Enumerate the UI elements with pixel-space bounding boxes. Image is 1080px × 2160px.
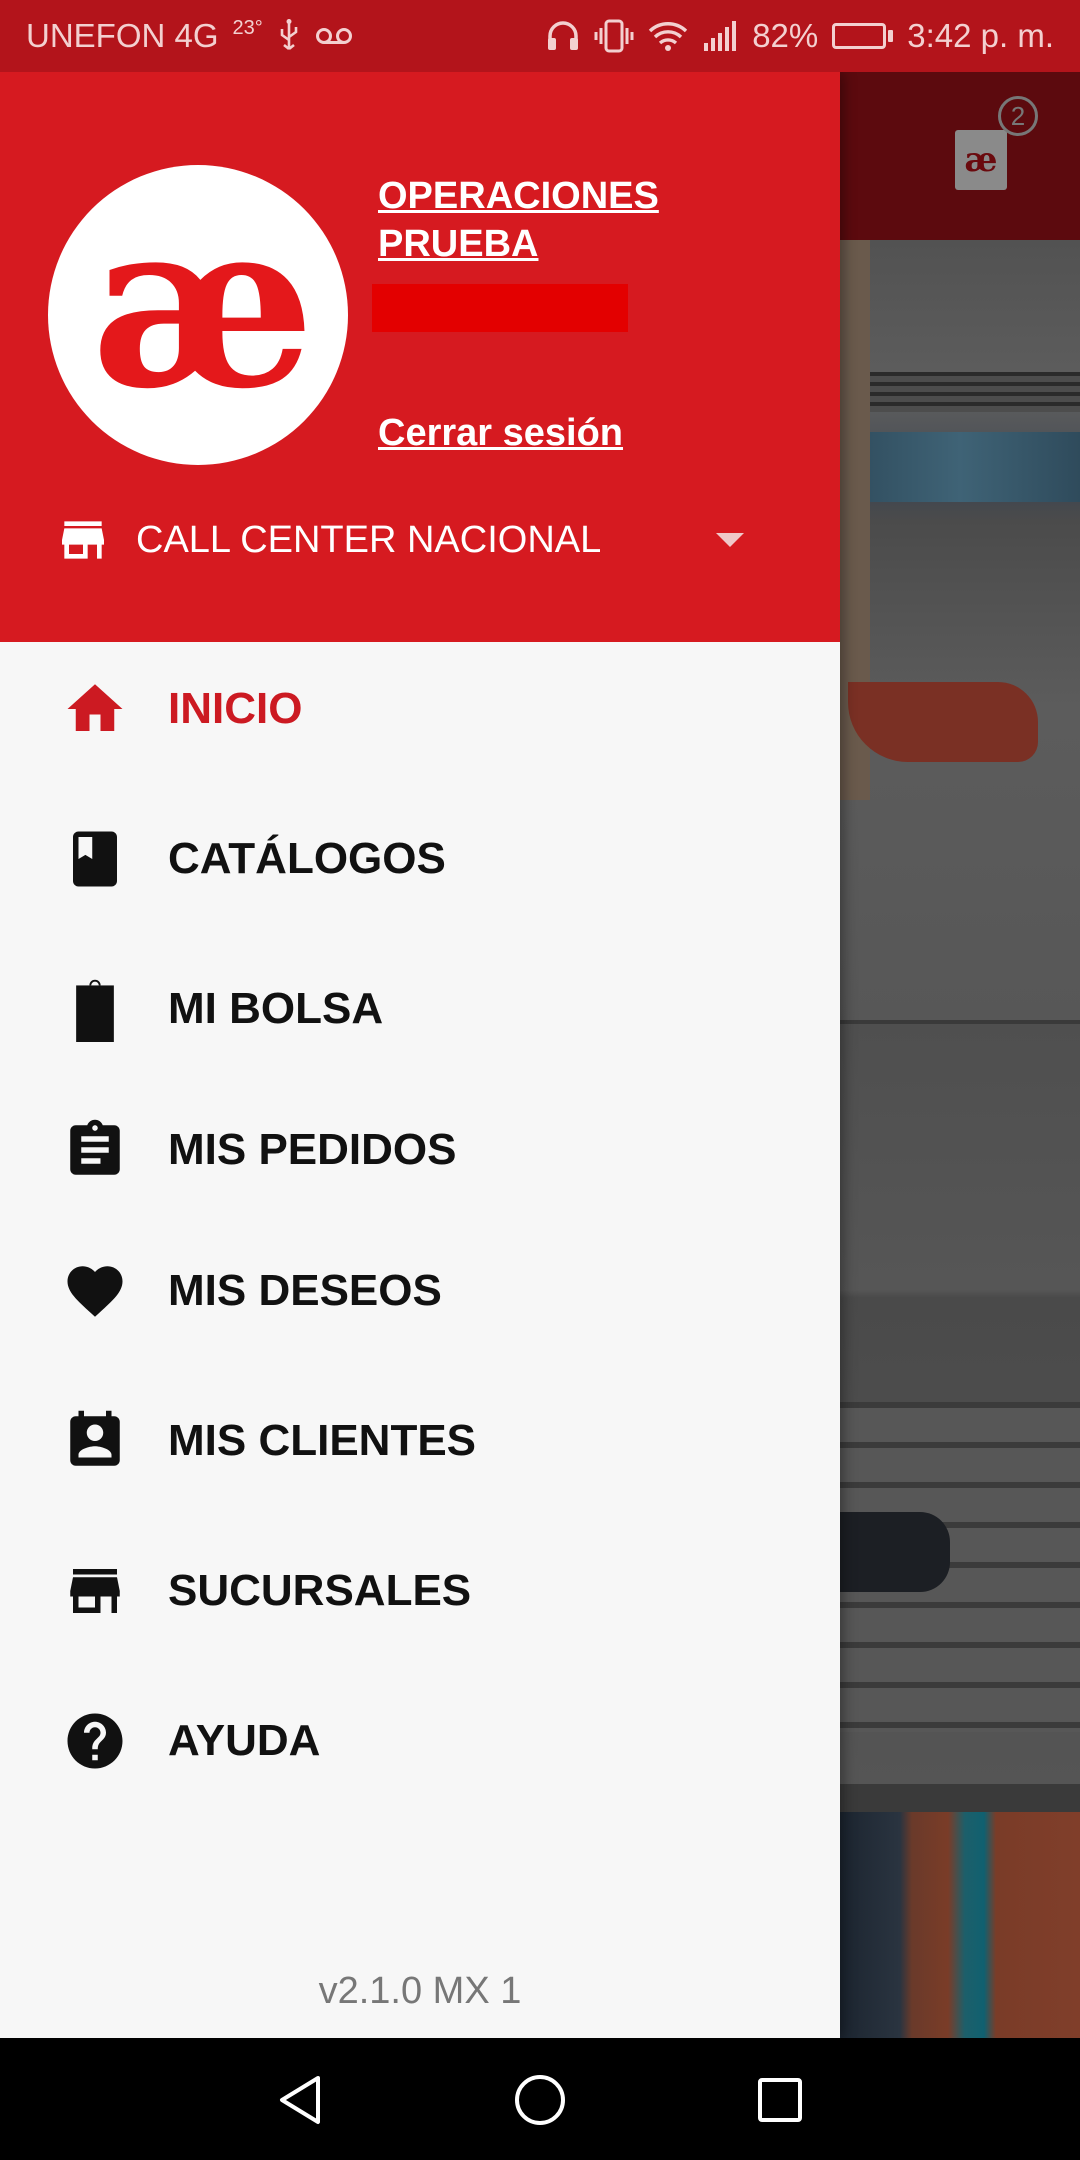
contact-calendar-icon — [62, 1408, 128, 1474]
menu-label: SUCURSALES — [168, 1566, 472, 1615]
user-name-link[interactable]: OPERACIONES PRUEBA — [378, 172, 798, 268]
heart-icon — [62, 1258, 128, 1324]
shopping-bag-icon — [62, 976, 128, 1042]
status-right: 82% 3:42 p. m. — [546, 17, 1054, 55]
status-left: UNEFON 4G 23° — [26, 17, 353, 55]
system-nav-bar — [0, 2038, 1080, 2160]
menu-label: MIS CLIENTES — [168, 1416, 477, 1465]
clipboard-icon — [62, 1117, 128, 1183]
logout-link[interactable]: Cerrar sesión — [378, 412, 623, 455]
chevron-down-icon — [716, 533, 744, 547]
headphones-icon — [546, 20, 580, 52]
redacted-field — [372, 284, 628, 332]
clock: 3:42 p. m. — [907, 17, 1054, 54]
store-name: CALL CENTER NACIONAL — [136, 518, 602, 561]
menu-item-sucursales[interactable]: SUCURSALES — [0, 1536, 840, 1646]
menu-label: INICIO — [168, 684, 303, 733]
menu-item-mi-bolsa[interactable]: MI BOLSA — [0, 954, 840, 1064]
signal-icon — [702, 21, 738, 51]
menu-item-ayuda[interactable]: AYUDA — [0, 1686, 840, 1796]
menu-label: MIS DESEOS — [168, 1266, 442, 1315]
drawer-header: æ OPERACIONES PRUEBA Cerrar sesión CALL … — [0, 72, 840, 642]
back-button[interactable] — [268, 2068, 332, 2132]
book-icon — [62, 826, 128, 892]
home-icon — [62, 676, 128, 742]
status-bar: UNEFON 4G 23° 82% 3:42 p. m. — [0, 0, 1080, 72]
menu-item-mis-pedidos[interactable]: MIS PEDIDOS — [0, 1095, 840, 1205]
carrier-label: UNEFON 4G — [26, 17, 219, 54]
store-icon — [54, 512, 112, 568]
vibrate-icon — [594, 19, 634, 53]
home-button[interactable] — [508, 2068, 572, 2132]
battery-charging-icon — [832, 23, 894, 49]
brand-logo: æ — [48, 165, 348, 465]
store-icon — [62, 1558, 128, 1624]
battery-percent: 82% — [752, 17, 819, 54]
logo-text: æ — [90, 170, 315, 440]
drawer-scrim[interactable] — [840, 72, 1080, 2038]
menu-label: MI BOLSA — [168, 984, 384, 1033]
menu-item-catalogos[interactable]: CATÁLOGOS — [0, 804, 840, 914]
menu-item-mis-clientes[interactable]: MIS CLIENTES — [0, 1386, 840, 1496]
voicemail-icon — [315, 26, 353, 46]
store-selector[interactable]: CALL CENTER NACIONAL — [54, 510, 744, 570]
wifi-icon — [648, 20, 688, 52]
menu-item-inicio[interactable]: INICIO — [0, 654, 840, 764]
temperature-label: 23° — [232, 16, 263, 39]
help-icon — [62, 1708, 128, 1774]
navigation-drawer: æ OPERACIONES PRUEBA Cerrar sesión CALL … — [0, 72, 840, 2038]
recents-button[interactable] — [748, 2068, 812, 2132]
menu-label: MIS PEDIDOS — [168, 1125, 457, 1174]
menu-item-mis-deseos[interactable]: MIS DESEOS — [0, 1236, 840, 1346]
usb-icon — [277, 19, 301, 53]
menu-label: AYUDA — [168, 1716, 321, 1765]
app-version: v2.1.0 MX 1 — [318, 1970, 522, 2012]
menu-label: CATÁLOGOS — [168, 834, 446, 883]
